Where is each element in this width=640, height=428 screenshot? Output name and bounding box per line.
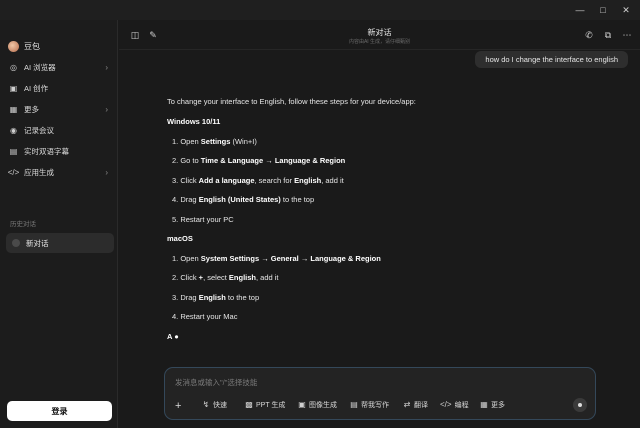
user-message-bubble: how do I change the interface to english bbox=[475, 51, 628, 68]
ppt-icon: ▩ bbox=[245, 400, 253, 409]
tool-label: 图像生成 bbox=[309, 402, 337, 409]
add-attachment-button[interactable]: + bbox=[175, 400, 181, 412]
minimize-icon[interactable]: — bbox=[573, 3, 587, 17]
grid-icon: ▦ bbox=[480, 400, 488, 409]
lightning-icon: ↯ bbox=[202, 400, 210, 409]
more-icon[interactable]: ⋯ bbox=[621, 29, 633, 41]
section-heading: macOS bbox=[167, 234, 193, 243]
sidebar-item-app-generate[interactable]: </> 应用生成 › bbox=[6, 164, 114, 181]
sidebar-item-label: AI 浏览器 bbox=[24, 63, 56, 72]
record-icon: ◉ bbox=[10, 126, 17, 135]
login-button[interactable]: 登录 bbox=[7, 401, 112, 421]
sidebar-item-subtitles[interactable]: ▤ 实时双语字幕 bbox=[6, 143, 114, 160]
chat-icon bbox=[12, 239, 20, 247]
translate-icon: ⇄ bbox=[403, 400, 411, 409]
tool-label: 快速 bbox=[213, 402, 227, 409]
main-panel: ◫ ✎ 新对话 内容由AI 生成，请仔细甄别 ✆ ⧉ ⋯ how do I ch… bbox=[119, 20, 640, 428]
tool-image-gen-button[interactable]: ▣ 图像生成 bbox=[298, 400, 337, 410]
write-icon: ▤ bbox=[350, 400, 358, 409]
record-icon bbox=[577, 402, 583, 408]
sidebar: 豆包 ◎ AI 浏览器 › ▣ AI 创作 ▦ 更多 › ◉ 记录会议 ▤ 实时… bbox=[0, 20, 118, 428]
tool-write-button[interactable]: ▤ 帮我写作 bbox=[350, 400, 389, 410]
list-item: 3. Click Add a language, search for Engl… bbox=[172, 176, 344, 185]
history-item-label: 新对话 bbox=[26, 238, 49, 248]
history-item[interactable]: 新对话 bbox=[6, 233, 114, 253]
maximize-icon[interactable]: □ bbox=[596, 3, 610, 17]
sidebar-item-record-meeting[interactable]: ◉ 记录会议 bbox=[6, 122, 114, 139]
sidebar-item-ai-browser[interactable]: ◎ AI 浏览器 › bbox=[6, 59, 114, 76]
subtitle-icon: ▤ bbox=[9, 147, 18, 156]
chevron-right-icon: › bbox=[105, 63, 108, 72]
sidebar-item-more[interactable]: ▦ 更多 › bbox=[6, 101, 114, 118]
tool-label: PPT 生成 bbox=[256, 402, 286, 409]
code-icon: </> bbox=[440, 400, 452, 409]
close-icon[interactable]: ✕ bbox=[619, 3, 633, 17]
list-item: 3. Drag English to the top bbox=[172, 293, 260, 302]
brand[interactable]: 豆包 bbox=[8, 41, 40, 52]
list-item: 5. Restart your PC bbox=[172, 215, 234, 224]
streaming-indicator: A ● bbox=[167, 332, 179, 341]
tool-ppt-button[interactable]: ▩ PPT 生成 bbox=[245, 400, 285, 410]
tool-fast-button[interactable]: ↯ 快速 bbox=[202, 400, 227, 410]
list-item: 2. Go to Time & Language → Language & Re… bbox=[172, 156, 346, 165]
sidebar-item-label: 应用生成 bbox=[24, 168, 54, 177]
answer-intro: To change your interface to English, fol… bbox=[167, 97, 416, 106]
tool-label: 更多 bbox=[491, 402, 505, 409]
sidebar-item-label: 记录会议 bbox=[24, 126, 54, 135]
brand-name: 豆包 bbox=[24, 42, 40, 51]
tool-translate-button[interactable]: ⇄ 翻译 bbox=[403, 400, 428, 410]
image-icon: ▣ bbox=[9, 84, 18, 93]
list-item: 2. Click +, select English, add it bbox=[172, 273, 279, 282]
history-section-title: 历史对话 bbox=[10, 221, 36, 228]
grid-icon: ▦ bbox=[9, 105, 18, 114]
phone-icon[interactable]: ✆ bbox=[583, 29, 595, 41]
tool-more-button[interactable]: ▦ 更多 bbox=[480, 400, 505, 410]
tool-label: 翻译 bbox=[414, 402, 428, 409]
image-gen-icon: ▣ bbox=[298, 400, 306, 409]
sidebar-item-label: 实时双语字幕 bbox=[24, 147, 69, 156]
window-titlebar: — □ ✕ bbox=[0, 0, 640, 20]
page-subtitle: 内容由AI 生成，请仔细甄别 bbox=[348, 39, 411, 45]
tool-label: 编程 bbox=[454, 402, 469, 409]
chat-header: ◫ ✎ 新对话 内容由AI 生成，请仔细甄别 ✆ ⧉ ⋯ bbox=[119, 20, 640, 50]
share-icon[interactable]: ⧉ bbox=[602, 29, 614, 41]
list-item: 1. Open Settings (Win+I) bbox=[172, 137, 257, 146]
sidebar-item-label: AI 创作 bbox=[24, 84, 49, 93]
list-item: 4. Restart your Mac bbox=[172, 312, 238, 321]
message-input[interactable] bbox=[175, 376, 575, 388]
chevron-right-icon: › bbox=[105, 168, 108, 177]
page-title: 新对话 bbox=[367, 28, 392, 37]
list-item: 4. Drag English (United States) to the t… bbox=[172, 195, 315, 204]
sidebar-item-ai-create[interactable]: ▣ AI 创作 bbox=[6, 80, 114, 97]
tool-label: 帮我写作 bbox=[361, 402, 389, 409]
chevron-right-icon: › bbox=[105, 105, 108, 114]
code-icon: </> bbox=[7, 168, 20, 177]
message-composer: + ↯ 快速 ▩ PPT 生成 ▣ 图像生成 ▤ 帮我写作 ⇄ 翻译 </> 编… bbox=[164, 367, 596, 420]
voice-button[interactable] bbox=[573, 398, 587, 412]
compass-icon: ◎ bbox=[10, 63, 17, 72]
sidebar-item-label: 更多 bbox=[24, 105, 39, 114]
section-heading: Windows 10/11 bbox=[167, 117, 221, 126]
tool-code-button[interactable]: </> 编程 bbox=[440, 400, 469, 410]
avatar bbox=[8, 41, 19, 52]
list-item: 1. Open System Settings → General → Lang… bbox=[172, 254, 381, 263]
